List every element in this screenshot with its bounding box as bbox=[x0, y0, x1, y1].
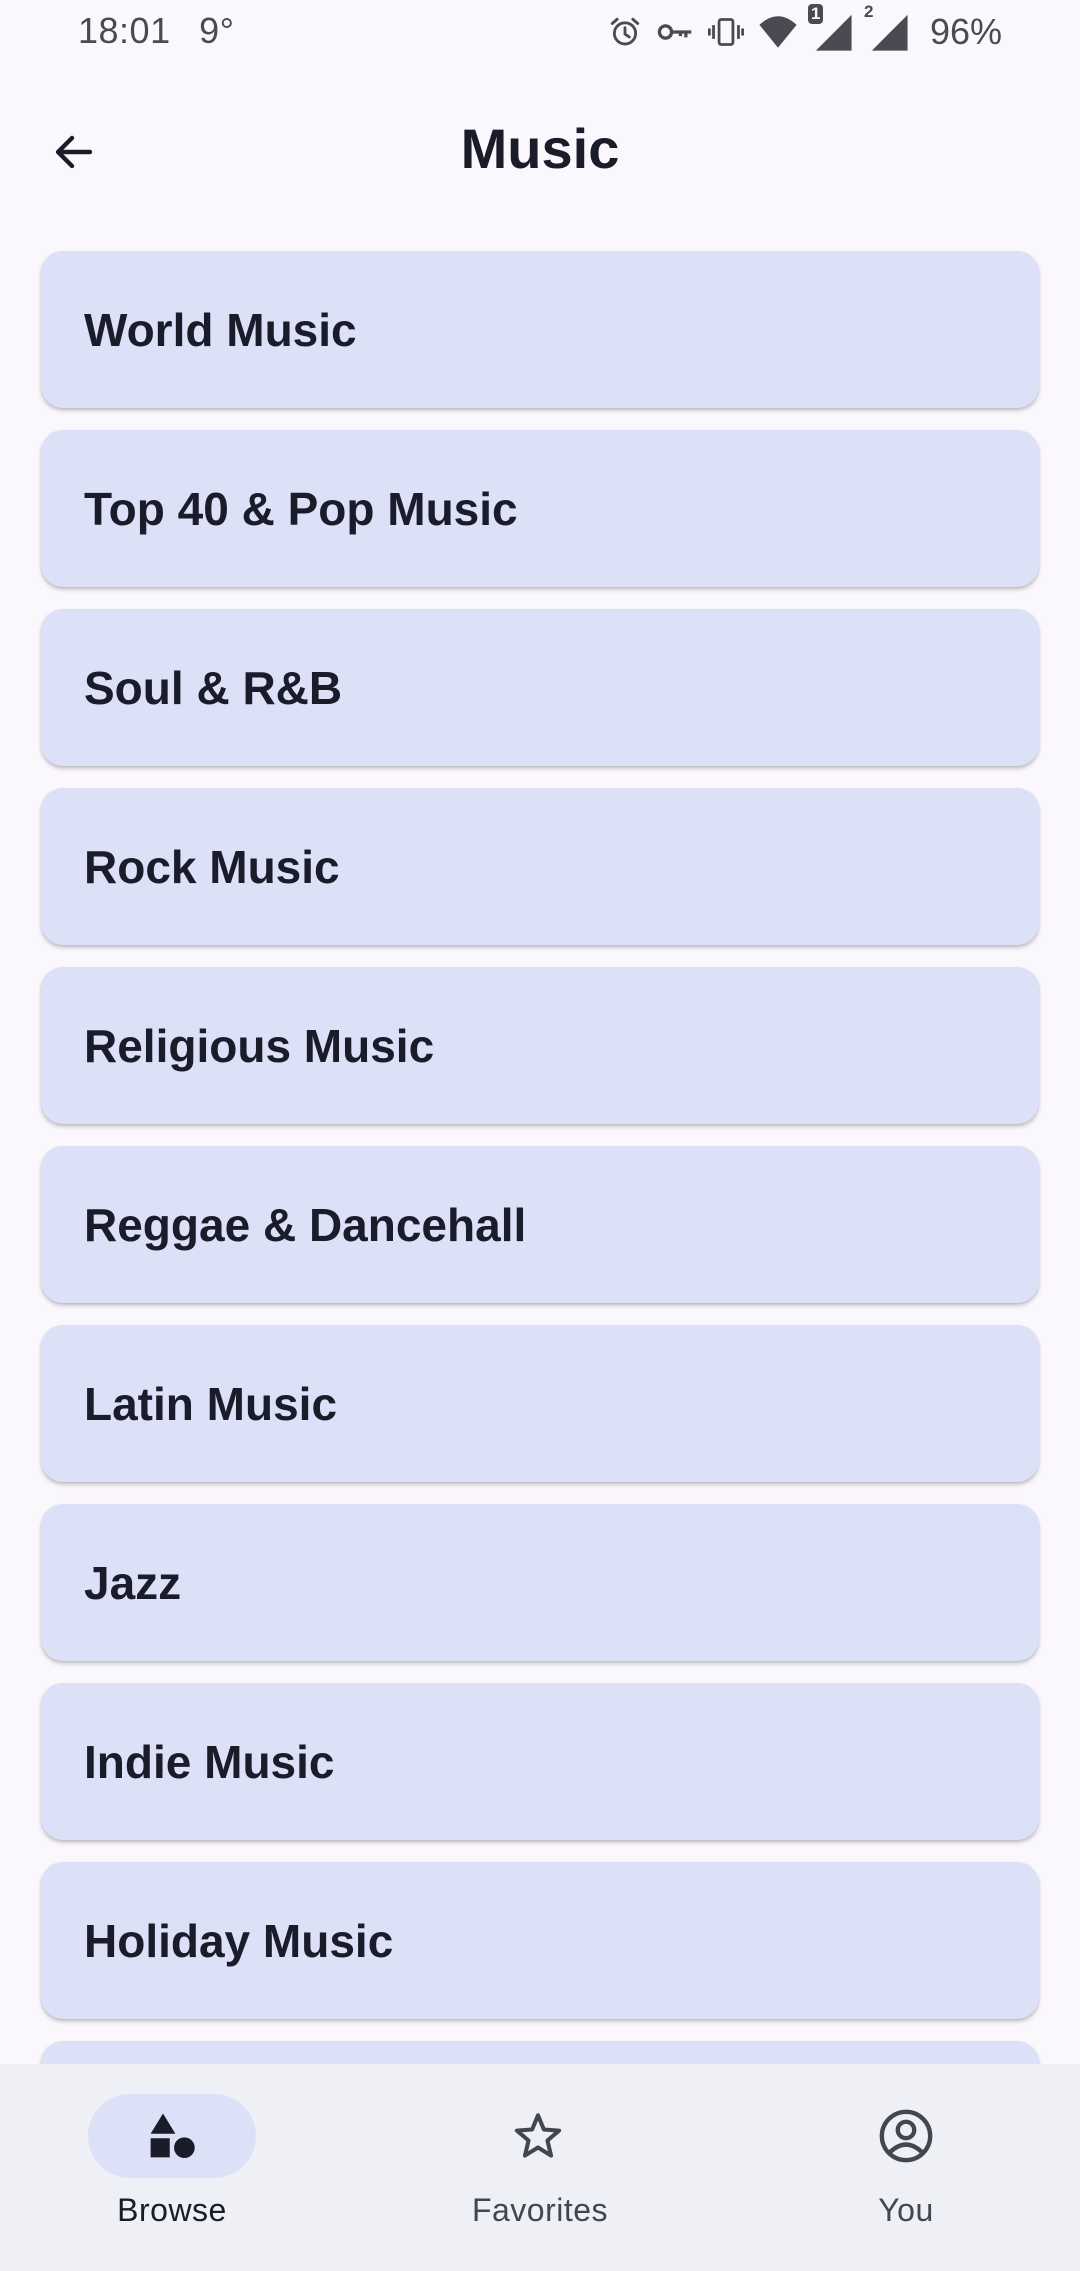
status-temperature: 9° bbox=[199, 10, 235, 51]
nav-icon-container bbox=[822, 2094, 990, 2178]
list-item-label: Indie Music bbox=[84, 1735, 335, 1788]
vpn-key-icon bbox=[657, 24, 692, 40]
nav-item-favorites[interactable]: Favorites bbox=[360, 2064, 720, 2271]
list-item-indie-music[interactable]: Indie Music bbox=[41, 1683, 1039, 1840]
list-item-jazz[interactable]: Jazz bbox=[41, 1504, 1039, 1661]
signal-sim1: 1 bbox=[807, 4, 854, 52]
nav-item-browse[interactable]: Browse bbox=[0, 2064, 360, 2271]
wifi-icon bbox=[759, 16, 797, 48]
nav-icon-container bbox=[454, 2094, 622, 2178]
list-item-rock-music[interactable]: Rock Music bbox=[41, 788, 1039, 945]
bottom-navigation: Browse Favorites You bbox=[0, 2064, 1080, 2271]
status-bar: 18:01 9° 1 2 96% bbox=[0, 0, 1080, 64]
shapes-icon bbox=[150, 2113, 195, 2159]
sim1-badge: 1 bbox=[807, 4, 824, 24]
status-left: 18:01 9° bbox=[78, 10, 253, 52]
status-right: 1 2 96% bbox=[608, 2, 1002, 56]
nav-label-favorites: Favorites bbox=[471, 2192, 609, 2228]
list-item-label: Holiday Music bbox=[84, 1914, 394, 1967]
list-item-soul-rnb[interactable]: Soul & R&B bbox=[41, 609, 1039, 766]
battery-percent: 96% bbox=[929, 11, 1002, 52]
nav-item-you[interactable]: You bbox=[720, 2064, 1080, 2271]
page-title: Music bbox=[460, 117, 620, 180]
list-item-latin-music[interactable]: Latin Music bbox=[41, 1325, 1039, 1482]
signal-sim2-icon bbox=[871, 14, 908, 51]
account-circle-icon bbox=[879, 2109, 933, 2163]
top-app-bar: Music bbox=[0, 80, 1080, 220]
vibrate-icon bbox=[707, 18, 744, 46]
list-item-holiday-music[interactable]: Holiday Music bbox=[41, 1862, 1039, 2019]
alarm-icon bbox=[610, 17, 640, 46]
signal-sim2: 2 bbox=[864, 2, 910, 52]
list-item-label: World Music bbox=[84, 303, 357, 356]
list-item-top-40-pop-music[interactable]: Top 40 & Pop Music bbox=[41, 430, 1039, 587]
list-item-reggae-dancehall[interactable]: Reggae & Dancehall bbox=[41, 1146, 1039, 1303]
list-item-label: Rock Music bbox=[84, 840, 340, 893]
list-item-label: Religious Music bbox=[84, 1019, 435, 1072]
nav-label-you: You bbox=[878, 2192, 934, 2228]
status-time: 18:01 bbox=[78, 10, 171, 51]
list-item-world-music[interactable]: World Music bbox=[41, 251, 1039, 408]
list-item-label: Latin Music bbox=[84, 1377, 338, 1430]
star-outline-icon bbox=[514, 2113, 562, 2158]
list-item-label: Soul & R&B bbox=[84, 661, 343, 714]
list-item-label: Top 40 & Pop Music bbox=[84, 482, 518, 535]
list-item-label: Jazz bbox=[84, 1556, 182, 1609]
nav-label-browse: Browse bbox=[117, 2192, 227, 2228]
list-item-label: Reggae & Dancehall bbox=[84, 1198, 527, 1251]
category-list[interactable]: World Music Top 40 & Pop Music Soul & R&… bbox=[41, 251, 1039, 2220]
sim2-badge: 2 bbox=[863, 2, 874, 21]
nav-active-indicator bbox=[88, 2094, 256, 2178]
list-item-religious-music[interactable]: Religious Music bbox=[41, 967, 1039, 1124]
